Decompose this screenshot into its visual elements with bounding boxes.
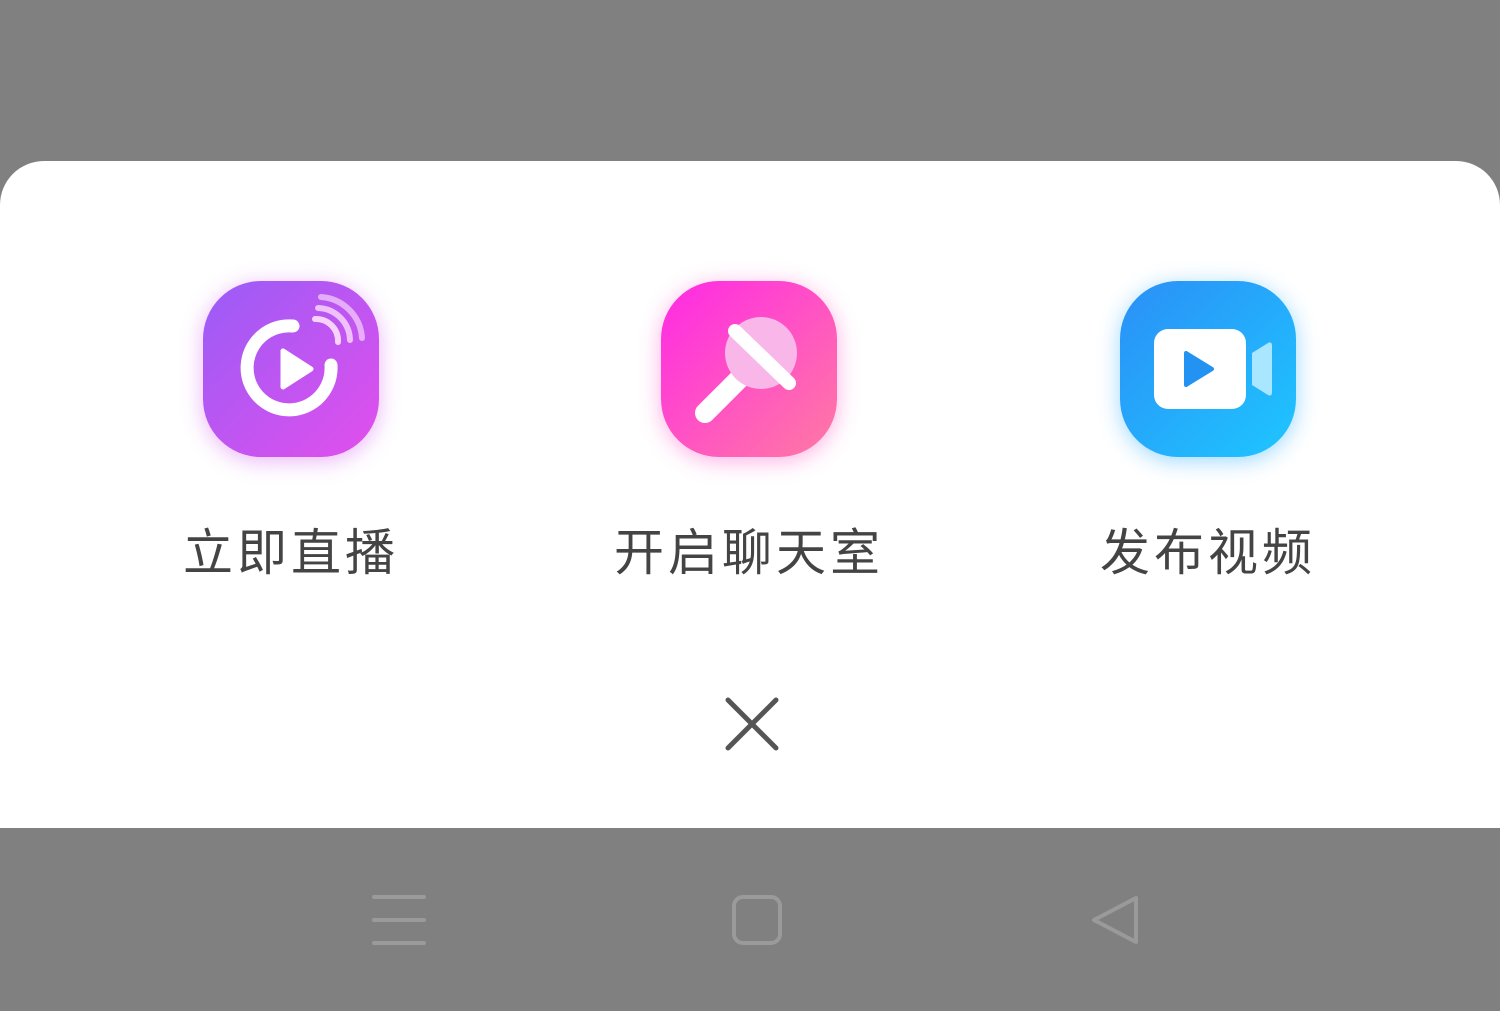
back-icon[interactable]	[1070, 890, 1160, 980]
go-live-button[interactable]: 立即直播	[111, 281, 471, 601]
bottom-sheet: 立即直播 开启聊天室 发布视频	[0, 161, 1500, 828]
close-icon[interactable]	[712, 686, 792, 766]
menu-icon[interactable]	[354, 890, 444, 980]
publish-video-button[interactable]: 发布视频	[1028, 281, 1388, 601]
video-camera-icon	[1120, 281, 1296, 457]
go-live-label: 立即直播	[183, 524, 399, 582]
home-icon[interactable]	[712, 890, 802, 980]
microphone-icon	[661, 281, 837, 457]
system-nav-bar	[0, 828, 1500, 1011]
open-chatroom-button[interactable]: 开启聊天室	[569, 281, 929, 601]
live-broadcast-icon	[203, 281, 379, 457]
publish-video-label: 发布视频	[1100, 524, 1316, 582]
open-chatroom-label: 开启聊天室	[614, 524, 884, 582]
